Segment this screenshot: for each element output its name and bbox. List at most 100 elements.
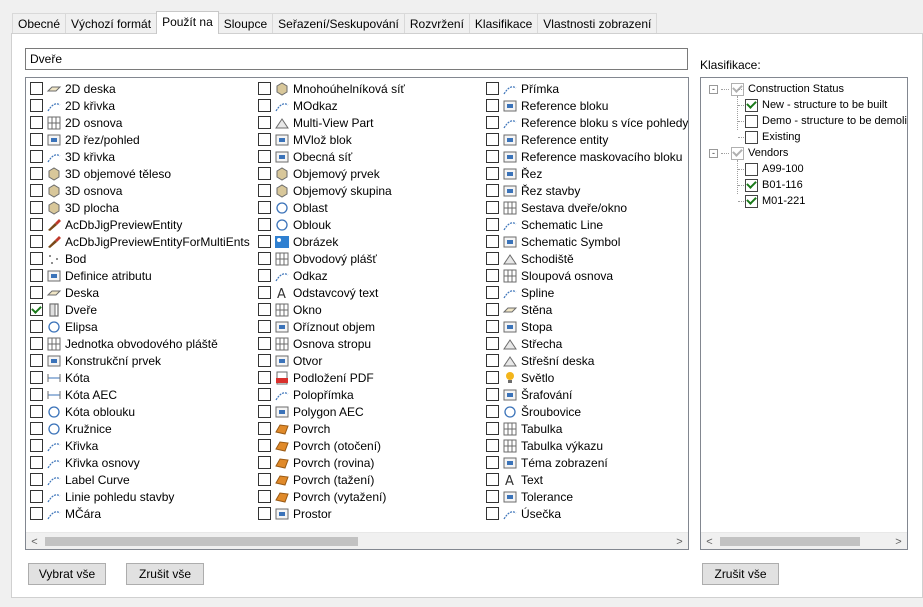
tree-checkbox[interactable] xyxy=(745,178,758,192)
list-item[interactable]: Střešní deska xyxy=(486,352,688,369)
list-item[interactable]: Linie pohledu stavby xyxy=(30,488,250,505)
object-type-list[interactable]: 2D deska 2D křivka 2D osnova 2D řez/pohled 3… xyxy=(25,77,689,550)
item-checkbox[interactable] xyxy=(486,473,499,486)
scroll-left-icon[interactable]: < xyxy=(26,533,43,549)
list-item[interactable]: 3D objemové těleso xyxy=(30,165,250,182)
list-item[interactable]: Sestava dveře/okno xyxy=(486,199,688,216)
item-checkbox[interactable] xyxy=(258,388,271,401)
item-checkbox[interactable] xyxy=(30,490,43,503)
tab-2[interactable]: Výchozí formát xyxy=(65,13,158,34)
tree-leaf[interactable]: A99-100 xyxy=(745,161,804,177)
item-checkbox[interactable] xyxy=(30,218,43,231)
list-item[interactable]: Tabulka výkazu xyxy=(486,437,688,454)
item-checkbox[interactable] xyxy=(258,473,271,486)
list-item[interactable]: Křivka xyxy=(30,437,250,454)
tree-checkbox[interactable] xyxy=(745,98,758,112)
list-item[interactable]: Povrch (otočení) xyxy=(258,437,405,454)
item-checkbox[interactable] xyxy=(30,456,43,469)
tree-checkbox[interactable] xyxy=(745,130,758,144)
list-item[interactable]: Úsečka xyxy=(486,505,688,522)
list-item[interactable]: 3D osnova xyxy=(30,182,250,199)
list-item[interactable]: A Text xyxy=(486,471,688,488)
list-item[interactable]: Mnohoúhelníková síť xyxy=(258,80,405,97)
list-item[interactable]: Povrch (rovina) xyxy=(258,454,405,471)
item-checkbox[interactable] xyxy=(30,371,43,384)
item-checkbox[interactable] xyxy=(30,320,43,333)
list-item[interactable]: Stopa xyxy=(486,318,688,335)
list-item[interactable]: Tabulka xyxy=(486,420,688,437)
tree-leaf[interactable]: New - structure to be built xyxy=(745,97,887,113)
item-checkbox[interactable] xyxy=(486,150,499,163)
item-checkbox[interactable] xyxy=(30,184,43,197)
item-checkbox[interactable] xyxy=(30,116,43,129)
item-checkbox[interactable] xyxy=(486,507,499,520)
list-item[interactable]: Objemový prvek xyxy=(258,165,405,182)
item-checkbox[interactable] xyxy=(30,507,43,520)
list-item[interactable]: Osnova stropu xyxy=(258,335,405,352)
item-checkbox[interactable] xyxy=(486,354,499,367)
item-checkbox[interactable] xyxy=(258,201,271,214)
list-item[interactable]: Reference bloku xyxy=(486,97,688,114)
list-item[interactable]: Oblouk xyxy=(258,216,405,233)
list-item[interactable]: 2D deska xyxy=(30,80,250,97)
list-item[interactable]: Tolerance xyxy=(486,488,688,505)
item-checkbox[interactable] xyxy=(258,218,271,231)
item-checkbox[interactable] xyxy=(486,422,499,435)
list-item[interactable]: Obvodový plášť xyxy=(258,250,405,267)
item-checkbox[interactable] xyxy=(30,167,43,180)
list-item[interactable]: Řez stavby xyxy=(486,182,688,199)
list-item[interactable]: Křivka osnovy xyxy=(30,454,250,471)
tab-7[interactable]: Klasifikace xyxy=(468,13,539,34)
list-item[interactable]: A Odstavcový text xyxy=(258,284,405,301)
tree-group[interactable]: - Construction Status xyxy=(709,81,844,97)
list-item[interactable]: Reference maskovacího bloku xyxy=(486,148,688,165)
item-checkbox[interactable] xyxy=(30,388,43,401)
list-item[interactable]: Oříznout objem xyxy=(258,318,405,335)
list-item[interactable]: Deska xyxy=(30,284,250,301)
tab-4[interactable]: Sloupce xyxy=(217,13,274,34)
item-checkbox[interactable] xyxy=(486,269,499,282)
list-item[interactable]: MOdkaz xyxy=(258,97,405,114)
list-item[interactable]: 2D křivka xyxy=(30,97,250,114)
tree-leaf[interactable]: B01-116 xyxy=(745,177,803,193)
list-item[interactable]: Kóta xyxy=(30,369,250,386)
item-checkbox[interactable] xyxy=(486,201,499,214)
tab-3[interactable]: Použít na xyxy=(156,11,219,34)
list-item[interactable]: Povrch (vytažení) xyxy=(258,488,405,505)
collapse-toggle-icon[interactable]: - xyxy=(709,148,718,158)
item-checkbox[interactable] xyxy=(30,150,43,163)
item-checkbox[interactable] xyxy=(258,320,271,333)
item-checkbox[interactable] xyxy=(258,405,271,418)
list-item[interactable]: Objemový skupina xyxy=(258,182,405,199)
list-item[interactable]: Polygon AEC xyxy=(258,403,405,420)
item-checkbox[interactable] xyxy=(30,422,43,435)
item-checkbox[interactable] xyxy=(258,184,271,197)
list-item[interactable]: 3D křivka xyxy=(30,148,250,165)
item-checkbox[interactable] xyxy=(30,405,43,418)
item-checkbox[interactable] xyxy=(258,133,271,146)
list-item[interactable]: Oblast xyxy=(258,199,405,216)
item-checkbox[interactable] xyxy=(486,82,499,95)
list-item[interactable]: Obecná síť xyxy=(258,148,405,165)
collapse-toggle-icon[interactable]: - xyxy=(709,84,718,94)
list-item[interactable]: Schematic Line xyxy=(486,216,688,233)
item-checkbox[interactable] xyxy=(486,116,499,129)
tab-1[interactable]: Obecné xyxy=(12,13,67,34)
item-checkbox[interactable] xyxy=(486,286,499,299)
tree-leaf[interactable]: Existing xyxy=(745,129,801,145)
list-item[interactable]: Střecha xyxy=(486,335,688,352)
tree-checkbox[interactable] xyxy=(745,114,758,128)
list-item[interactable]: Reference entity xyxy=(486,131,688,148)
filter-input[interactable] xyxy=(25,48,688,70)
list-item[interactable]: Otvor xyxy=(258,352,405,369)
list-item[interactable]: 2D řez/pohled xyxy=(30,131,250,148)
tree-scroll-left-icon[interactable]: < xyxy=(701,533,718,549)
select-all-button[interactable]: Vybrat vše xyxy=(28,563,106,585)
list-item[interactable]: Kóta AEC xyxy=(30,386,250,403)
item-checkbox[interactable] xyxy=(258,337,271,350)
list-item[interactable]: Elipsa xyxy=(30,318,250,335)
list-item[interactable]: Kóta oblouku xyxy=(30,403,250,420)
list-item[interactable]: Povrch xyxy=(258,420,405,437)
clear-all-button[interactable]: Zrušit vše xyxy=(126,563,204,585)
item-checkbox[interactable] xyxy=(486,456,499,469)
